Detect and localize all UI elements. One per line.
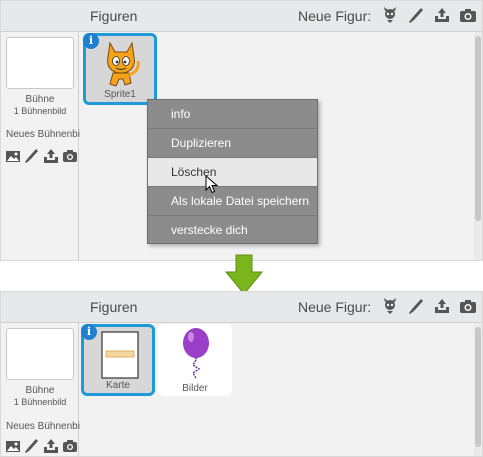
scrollbar-track[interactable] [474, 323, 482, 456]
menu-item-info[interactable]: info [148, 100, 317, 129]
choose-sprite-icon[interactable] [381, 6, 399, 24]
new-backdrop-tools [5, 438, 78, 454]
stage-backdrop-count: 1 Bühnenbild [13, 106, 67, 116]
sprite-pane-before: Figuren Neue Figur: Bühne 1 Bühnenbild N… [0, 0, 483, 261]
new-backdrop-label: Neues Bühnenbild [6, 421, 88, 432]
context-menu: info Duplizieren Löschen Als lokale Date… [147, 99, 318, 244]
choose-sprite-icon[interactable] [381, 297, 399, 315]
paint-brush-icon[interactable] [407, 297, 425, 315]
stage-name: Bühne [25, 385, 55, 396]
paint-brush-icon[interactable] [24, 148, 40, 164]
stage-column: Bühne 1 Bühnenbild Neues Bühnenbild [1, 32, 88, 260]
sprite-label: Bilder [182, 383, 208, 394]
camera-icon[interactable] [459, 297, 477, 315]
down-arrow-icon [224, 254, 264, 295]
paint-landscape-icon[interactable] [5, 148, 21, 164]
stage-column: Bühne 1 Bühnenbild Neues Bühnenbild [1, 323, 88, 456]
sprite-pane-after: Figuren Neue Figur: Bühne 1 Bühnenbild N… [0, 291, 483, 457]
camera-icon[interactable] [459, 6, 477, 24]
pane-title: Figuren [90, 8, 138, 24]
sprite-tile-karte[interactable]: i Karte [81, 324, 155, 396]
new-sprite-tools [381, 6, 477, 24]
scrollbar-thumb[interactable] [475, 36, 481, 221]
paint-brush-icon[interactable] [407, 6, 425, 24]
menu-item-hide[interactable]: verstecke dich [148, 216, 317, 245]
stage-name: Bühne [25, 94, 55, 105]
sprite-pane-header: Figuren Neue Figur: [1, 292, 482, 323]
sprite-tile-sprite1[interactable]: i Sprite1 [83, 33, 157, 105]
scrollbar-thumb[interactable] [475, 327, 481, 447]
balloon-sprite-icon [183, 328, 209, 379]
stage-backdrop-count: 1 Bühnenbild [13, 397, 67, 407]
sprite-list: i Karte Bilder [80, 323, 482, 456]
scrollbar-track[interactable] [474, 32, 482, 260]
sprite-label: Sprite1 [104, 89, 136, 100]
upload-icon[interactable] [433, 6, 451, 24]
camera-icon[interactable] [62, 148, 78, 164]
sprite-pane-header: Figuren Neue Figur: [1, 1, 482, 32]
new-sprite-label: Neue Figur: [298, 8, 372, 24]
paint-brush-icon[interactable] [24, 438, 40, 454]
upload-icon[interactable] [433, 297, 451, 315]
upload-icon[interactable] [43, 148, 59, 164]
card-sprite-icon [101, 331, 139, 379]
new-sprite-tools [381, 297, 477, 315]
paint-landscape-icon[interactable] [5, 438, 21, 454]
info-icon[interactable]: i [81, 324, 97, 340]
menu-item-duplicate[interactable]: Duplizieren [148, 129, 317, 158]
stage-thumbnail[interactable] [6, 37, 74, 89]
upload-icon[interactable] [43, 438, 59, 454]
new-sprite-label: Neue Figur: [298, 299, 372, 315]
camera-icon[interactable] [62, 438, 78, 454]
menu-item-save-local[interactable]: Als lokale Datei speichern [148, 187, 317, 216]
new-backdrop-label: Neues Bühnenbild [6, 129, 88, 140]
new-backdrop-tools [5, 148, 78, 164]
sprite-label: Karte [106, 380, 130, 391]
pane-title: Figuren [90, 299, 138, 315]
cat-sprite-icon [107, 41, 140, 87]
mouse-cursor-icon [205, 175, 219, 194]
stage-thumbnail[interactable] [6, 328, 74, 380]
menu-item-delete[interactable]: Löschen [148, 158, 317, 187]
sprite-tile-bilder[interactable]: Bilder [158, 324, 232, 396]
